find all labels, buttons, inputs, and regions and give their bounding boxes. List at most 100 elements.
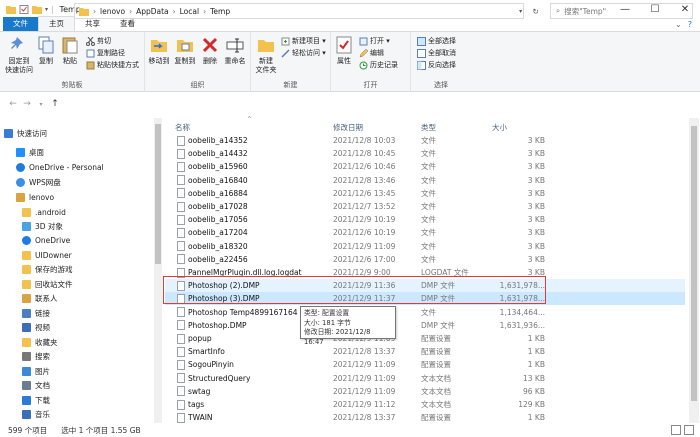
forward-arrow-icon[interactable]: → (20, 99, 34, 109)
properties-icon[interactable] (19, 4, 29, 14)
nav-item[interactable]: WPS网盘 (16, 175, 61, 189)
nav-item[interactable]: 3D 对象 (22, 219, 63, 233)
refresh-icon[interactable]: ↻ (533, 7, 539, 16)
chevron-down-icon[interactable]: ⌄ (675, 20, 682, 29)
desktop-icon (16, 147, 25, 157)
cut-button[interactable]: 剪切 (86, 36, 111, 46)
file-row[interactable]: popup2021/12/9 11:09配置设置1 KB (165, 332, 685, 345)
recent-locations-icon[interactable]: ▾ (34, 101, 48, 108)
column-header-name[interactable]: 名称 (175, 122, 190, 134)
help-icon[interactable]: ? (688, 20, 692, 29)
breadcrumb-local[interactable]: Local (180, 7, 199, 16)
file-row[interactable]: SogouPinyin 2021/12/9 11:09 配置设置 1 KB (165, 358, 685, 371)
file-row[interactable]: oobelib_a17056 2021/12/9 10:19 文件 3 KB (165, 213, 685, 226)
nav-item[interactable]: OneDrive (22, 233, 70, 247)
delete-button[interactable]: 删除 (200, 35, 220, 66)
file-row[interactable]: oobelib_a18320 2021/12/9 11:09 文件 3 KB (165, 240, 685, 253)
select-none-button[interactable]: 全部取消 (417, 48, 456, 58)
file-list-scrollbar[interactable] (689, 118, 699, 423)
file-row[interactable]: oobelib_a16840 2021/12/8 13:46 文件 3 KB (165, 174, 685, 187)
copy-button[interactable]: 复制 (36, 35, 56, 66)
file-row[interactable]: oobelib_a14432 2021/12/8 10:45 文件 3 KB (165, 147, 685, 160)
breadcrumb-appdata[interactable]: AppData (136, 7, 169, 16)
nav-item-label: 桌面 (29, 147, 44, 157)
properties-button[interactable]: 属性 (334, 35, 354, 66)
new-folder-button[interactable]: 新建 文件夹 (253, 35, 279, 75)
nav-item[interactable]: 回收站文件 (22, 277, 73, 291)
nav-item[interactable]: 联系人 (22, 291, 58, 305)
file-row[interactable]: oobelib_a17028 2021/12/7 13:52 文件 3 KB (165, 200, 685, 213)
file-size: 3 KB (527, 254, 545, 264)
file-name: oobelib_a16884 (188, 188, 248, 198)
file-row[interactable]: oobelib_a17204 2021/12/6 10:19 文件 3 KB (165, 226, 685, 239)
file-row[interactable]: tags 2021/12/9 11:12 文本文档 129 KB (165, 398, 685, 411)
file-row[interactable]: Photoshop.DMP2021/12/9 11:06DMP 文件1,631,… (165, 319, 685, 332)
nav-item[interactable]: 快速访问 (4, 126, 47, 140)
pin-quick-access-button[interactable]: 固定到 快速访问 (4, 35, 34, 75)
file-row[interactable]: swtag 2021/12/9 11:09 文本文档 96 KB (165, 385, 685, 398)
move-to-button[interactable]: 移动到 (147, 35, 171, 66)
back-arrow-icon[interactable]: ← (6, 99, 20, 109)
status-selection: 选中 1 个项目 1.55 GB (61, 425, 141, 435)
column-header-type[interactable]: 类型 (421, 122, 436, 134)
nav-item[interactable]: 文档 (22, 378, 50, 392)
nav-item[interactable]: 下载 (22, 393, 50, 407)
details-view-icon[interactable] (671, 425, 681, 435)
breadcrumb-lenovo[interactable]: lenovo (100, 7, 125, 16)
file-name: SmartInfo (188, 347, 225, 357)
edit-button[interactable]: 编辑 (359, 48, 384, 58)
nav-item[interactable]: OneDrive - Personal (16, 160, 104, 174)
column-header-date[interactable]: 修改日期 (333, 122, 363, 134)
address-dropdown-icon[interactable]: ▾ (519, 8, 522, 15)
copy-path-button[interactable]: 复制路径 (86, 48, 125, 58)
nav-item[interactable]: 音乐 (22, 407, 50, 421)
nav-item[interactable]: 收藏夹 (22, 335, 58, 349)
new-folder-icon[interactable] (32, 5, 42, 14)
file-row[interactable]: SmartInfo 2021/12/8 13:37 配置设置 1 KB (165, 345, 685, 358)
large-icons-view-icon[interactable] (684, 425, 694, 435)
column-header-size[interactable]: 大小 (492, 122, 507, 134)
nav-item[interactable]: .android (22, 205, 66, 219)
nav-item[interactable]: 链接 (22, 306, 50, 320)
tab-home[interactable]: 主页 (38, 16, 75, 31)
file-name-cell: oobelib_a17204 (177, 227, 248, 238)
search-box[interactable]: ⌕ 搜索"Temp" (550, 3, 693, 19)
nav-scrollbar-thumb[interactable] (155, 124, 161, 264)
nav-item[interactable]: 图片 (22, 364, 50, 378)
invert-selection-button[interactable]: 反向选择 (417, 60, 456, 70)
nav-item[interactable]: 桌面 (16, 145, 44, 159)
history-button[interactable]: 历史记录 (359, 60, 398, 70)
file-type: 配置设置 (421, 347, 451, 357)
paste-button[interactable]: 粘贴 (60, 35, 80, 66)
paste-shortcut-button[interactable]: 粘贴快捷方式 (86, 60, 139, 70)
qa-dropdown-icon[interactable]: ▾ (45, 6, 48, 13)
open-button[interactable]: 打开 ▾ (359, 36, 390, 46)
tab-share[interactable]: 共享 (75, 17, 110, 31)
address-bar[interactable]: › lenovo › AppData › Local › Temp (74, 3, 524, 19)
select-all-button[interactable]: 全部选择 (417, 36, 456, 46)
file-row[interactable]: Photoshop Temp48991671642021/12/9 11:37文… (165, 306, 685, 319)
nav-item[interactable]: 搜索 (22, 349, 50, 363)
new-item-button[interactable]: 新建项目 ▾ (281, 36, 326, 46)
file-list-scrollbar-thumb[interactable] (691, 126, 697, 401)
tab-file[interactable]: 文件 (3, 17, 38, 31)
up-arrow-icon[interactable]: ↑ (48, 99, 62, 109)
file-row[interactable]: oobelib_a22456 2021/12/6 17:00 文件 3 KB (165, 253, 685, 266)
file-row[interactable]: oobelib_a15960 2021/12/6 10:46 文件 3 KB (165, 160, 685, 173)
nav-item[interactable]: 保存的游戏 (22, 262, 73, 276)
file-name-cell: Photoshop Temp4899167164 (177, 307, 298, 318)
nav-item[interactable]: lenovo (16, 190, 54, 204)
nav-scrollbar[interactable] (154, 118, 162, 423)
file-row[interactable]: oobelib_a14352 2021/12/8 10:03 文件 3 KB (165, 134, 685, 147)
copy-to-button[interactable]: 复制到 (173, 35, 197, 66)
nav-item[interactable]: 视频 (22, 320, 50, 334)
tab-view[interactable]: 查看 (110, 17, 145, 31)
breadcrumb-temp[interactable]: Temp (210, 7, 230, 16)
file-name-cell: SogouPinyin (177, 359, 234, 370)
file-name-cell: swtag (177, 386, 210, 397)
nav-item[interactable]: UIDowner (22, 248, 72, 262)
file-row[interactable]: oobelib_a16884 2021/12/6 13:45 文件 3 KB (165, 187, 685, 200)
easy-access-button[interactable]: 轻松访问 ▾ (281, 48, 326, 58)
rename-button[interactable]: 重命名 (223, 35, 247, 66)
file-row[interactable]: StructuredQuery 2021/12/9 11:09 文本文档 13 KB (165, 372, 685, 385)
